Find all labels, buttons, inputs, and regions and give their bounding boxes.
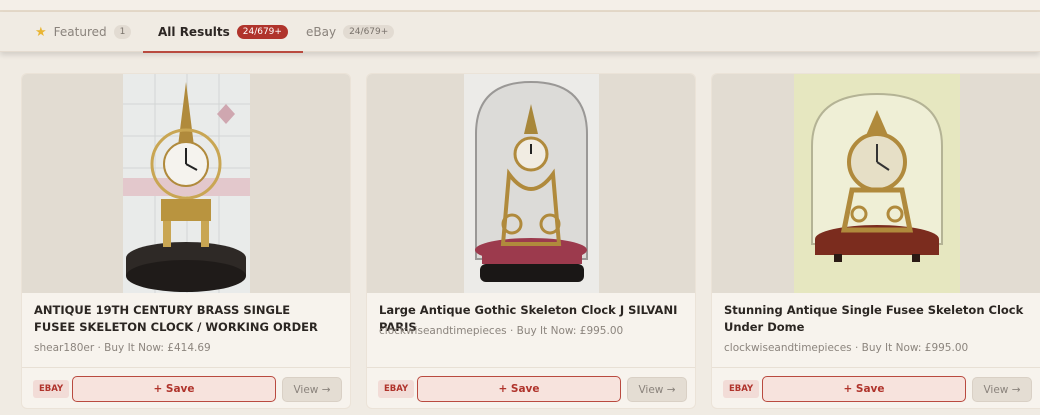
result-card[interactable]: Large Antique Gothic Skeleton Clock J SI…	[366, 73, 696, 409]
result-meta: clockwiseandtimepieces · Buy It Now: £99…	[379, 325, 624, 337]
tab-label: All Results	[158, 25, 230, 39]
view-button[interactable]: View →	[282, 377, 342, 402]
top-bar	[0, 0, 1040, 12]
tab-all-results[interactable]: All Results 24/679+	[143, 12, 303, 53]
divider	[22, 367, 350, 368]
star-icon: ★	[35, 24, 47, 40]
result-meta: shear180er · Buy It Now: £414.69	[34, 342, 211, 354]
view-button[interactable]: View →	[627, 377, 687, 402]
product-image-area[interactable]	[712, 74, 1040, 293]
result-card[interactable]: ANTIQUE 19TH CENTURY BRASS SINGLE FUSEE …	[21, 73, 351, 409]
save-button[interactable]: + Save	[762, 376, 966, 402]
view-button[interactable]: View →	[972, 377, 1032, 402]
clock-photo	[464, 74, 599, 293]
divider	[367, 367, 695, 368]
clock-photo	[794, 74, 960, 293]
clock-photo	[123, 74, 250, 293]
result-card[interactable]: Stunning Antique Single Fusee Skeleton C…	[711, 73, 1040, 409]
source-tabs: ★ Featured 1 All Results 24/679+ eBay 24…	[0, 12, 1040, 53]
product-image-area[interactable]	[22, 74, 350, 293]
product-image-area[interactable]	[367, 74, 695, 293]
source-badge: EBAY	[378, 380, 415, 398]
tab-count: 24/679+	[236, 25, 288, 39]
result-title[interactable]: Stunning Antique Single Fusee Skeleton C…	[724, 302, 1024, 336]
save-button[interactable]: + Save	[417, 376, 621, 402]
tab-count: 24/679+	[343, 25, 395, 39]
result-meta: clockwiseandtimepieces · Buy It Now: £99…	[724, 342, 969, 354]
tab-count: 1	[113, 25, 132, 39]
source-badge: EBAY	[723, 380, 760, 398]
result-title[interactable]: ANTIQUE 19TH CENTURY BRASS SINGLE FUSEE …	[34, 302, 334, 336]
save-button[interactable]: + Save	[72, 376, 276, 402]
divider	[712, 367, 1040, 368]
tab-ebay[interactable]: eBay 24/679+	[306, 12, 395, 52]
source-badge: EBAY	[33, 380, 70, 398]
tab-label: eBay	[306, 25, 337, 39]
tab-label: Featured	[53, 25, 107, 39]
tab-featured[interactable]: ★ Featured 1	[35, 12, 132, 52]
